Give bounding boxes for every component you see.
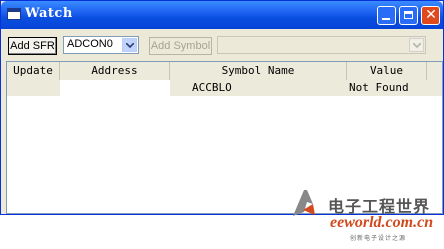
brand-english: eeworld.com.cn [330, 214, 434, 231]
minimize-icon [382, 18, 390, 20]
table-row[interactable]: ACCBLO Not Found [7, 80, 442, 96]
watch-window: Watch ✕ Add SFR ADCON0 Add Symbol Update… [0, 0, 444, 215]
cell-update[interactable] [7, 80, 60, 96]
symbol-dropdown-button[interactable] [409, 38, 424, 52]
watermark: 电子工程世界 eeworld.com.cn 创新电子设计之源 [288, 186, 438, 246]
add-sfr-button[interactable]: Add SFR [8, 37, 57, 55]
brand-tagline: 创新电子设计之源 [350, 235, 407, 242]
window-icon [7, 8, 21, 20]
close-icon: ✕ [425, 7, 437, 23]
sfr-dropdown-button[interactable] [122, 38, 137, 52]
cell-symbol-name[interactable]: ACCBLO [170, 80, 347, 96]
window-title: Watch [25, 6, 73, 21]
sfr-select-value: ADCON0 [67, 38, 113, 50]
chevron-down-icon [413, 43, 421, 48]
column-header-value[interactable]: Value [347, 62, 427, 80]
maximize-button[interactable] [399, 6, 418, 25]
minimize-button[interactable] [377, 6, 396, 25]
toolbar: Add SFR ADCON0 Add Symbol [1, 29, 443, 59]
sfr-select[interactable]: ADCON0 [63, 36, 139, 54]
symbol-select[interactable] [217, 36, 426, 54]
list-header: Update Address Symbol Name Value [7, 62, 442, 81]
column-header-filler [427, 62, 442, 80]
column-header-symbol-name[interactable]: Symbol Name [170, 62, 347, 80]
maximize-icon [404, 11, 413, 19]
eeworld-logo [291, 188, 317, 218]
column-header-update[interactable]: Update [7, 62, 60, 80]
close-button[interactable]: ✕ [421, 6, 440, 25]
add-symbol-button[interactable]: Add Symbol [149, 37, 212, 55]
chevron-down-icon [126, 43, 134, 48]
cell-address[interactable] [60, 80, 170, 96]
titlebar[interactable]: Watch ✕ [1, 1, 443, 29]
cell-value[interactable]: Not Found [347, 80, 442, 96]
column-header-address[interactable]: Address [60, 62, 170, 80]
